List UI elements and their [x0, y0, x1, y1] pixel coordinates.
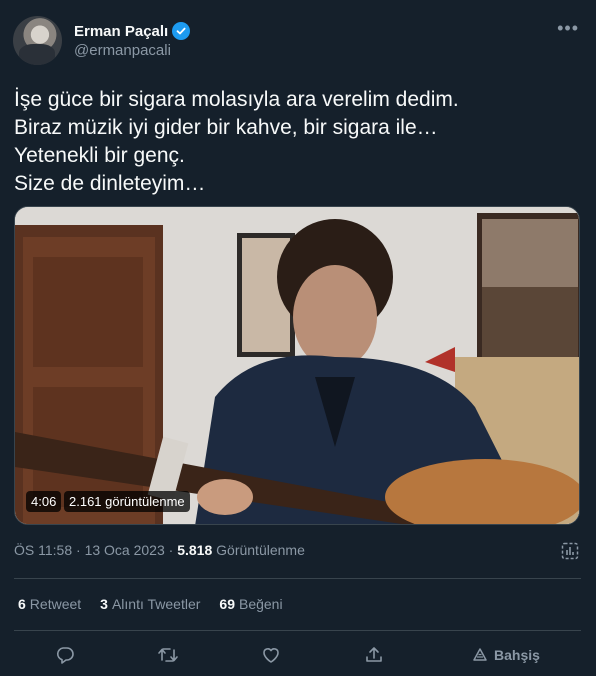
- analytics-icon[interactable]: [560, 541, 580, 561]
- more-horizontal-icon[interactable]: •••: [557, 18, 579, 38]
- likes-count: 69: [219, 596, 235, 612]
- tweet-line: İşe güce bir sigara molasıyla ara vereli…: [14, 88, 459, 111]
- quotes-label: Alıntı Tweetler: [111, 596, 201, 612]
- meta-separator: ·: [164, 542, 178, 558]
- video-frame: [15, 207, 579, 524]
- video-views-badge: 2.161 görüntülenme: [64, 491, 190, 512]
- tip-label: Bahşiş: [494, 647, 540, 663]
- engagement-stats: 6 Retweet 3 Alıntı Tweetler 69 Beğeni: [18, 596, 283, 612]
- meta-separator: ·: [72, 542, 85, 558]
- divider: [14, 578, 581, 579]
- video-player[interactable]: [14, 206, 580, 525]
- quotes-stat[interactable]: 3 Alıntı Tweetler: [100, 596, 200, 612]
- heart-icon[interactable]: [259, 643, 283, 667]
- divider: [14, 630, 581, 631]
- author-name-row[interactable]: Erman Paçalı: [74, 22, 191, 40]
- retweets-stat[interactable]: 6 Retweet: [18, 596, 81, 612]
- share-icon[interactable]: [362, 643, 386, 667]
- tweet-line: Size de dinleteyim…: [14, 172, 206, 195]
- tweet-line: Biraz müzik iyi gider bir kahve, bir sig…: [14, 116, 438, 139]
- likes-label: Beğeni: [238, 596, 283, 612]
- video-duration-badge: 4:06: [26, 491, 62, 512]
- avatar[interactable]: [13, 16, 62, 65]
- reply-icon[interactable]: [53, 643, 77, 667]
- retweets-label: Retweet: [29, 596, 82, 612]
- tweet-time[interactable]: ÖS 11:58: [14, 542, 72, 558]
- tweet-date[interactable]: 13 Oca 2023: [85, 542, 165, 558]
- likes-stat[interactable]: 69 Beğeni: [219, 596, 282, 612]
- verified-badge-icon: [172, 22, 191, 40]
- quotes-count: 3: [100, 596, 108, 612]
- views-label: Görüntülenme: [216, 542, 305, 558]
- tip-icon: [473, 648, 487, 661]
- views-count: 5.818: [177, 542, 213, 558]
- tweet-line: Yetenekli bir genç.: [14, 144, 185, 167]
- author-name[interactable]: Erman Paçalı: [74, 23, 168, 40]
- tip-button[interactable]: Bahşiş: [472, 643, 540, 667]
- tweet-meta: ÖS 11:58 · 13 Oca 2023 · 5.818 Görüntüle…: [14, 542, 305, 558]
- retweets-count: 6: [18, 596, 26, 612]
- author-handle[interactable]: @ermanpacali: [74, 42, 171, 59]
- tweet-text: İşe güce bir sigara molasıyla ara vereli…: [14, 86, 584, 198]
- retweet-icon[interactable]: [156, 643, 180, 667]
